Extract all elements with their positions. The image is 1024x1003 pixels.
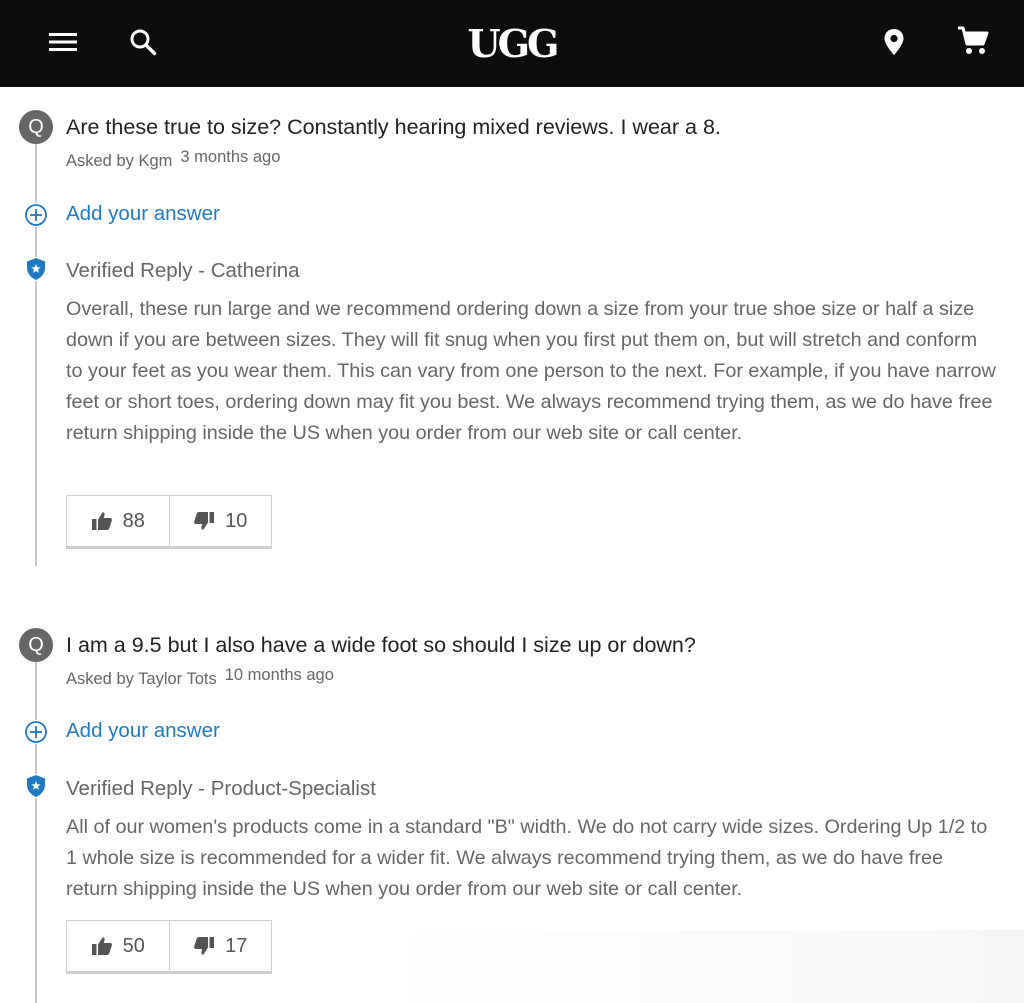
asked-ago: 10 months ago — [224, 666, 334, 684]
thumbs-up-count: 88 — [122, 509, 145, 532]
ugg-logo[interactable]: UGG — [448, 18, 576, 68]
add-answer-link[interactable]: Add your answer — [66, 719, 220, 743]
thumbs-up-icon — [91, 937, 112, 955]
question-text: Are these true to size? Constantly heari… — [66, 115, 721, 139]
verified-shield-icon — [25, 774, 47, 798]
thumbs-down-count: 17 — [225, 934, 248, 957]
thumbs-down-icon — [194, 937, 215, 955]
question-badge: Q — [19, 110, 53, 144]
answer-text: Overall, these run large and we recommen… — [66, 298, 996, 444]
answer-text: All of our women's products come in a st… — [66, 816, 988, 900]
add-answer-link[interactable]: Add your answer — [66, 202, 220, 226]
thumbs-down-count: 10 — [225, 509, 248, 532]
thumbs-up-icon — [91, 512, 112, 530]
verified-reply-label: Verified Reply - Catherina — [66, 259, 300, 282]
thumbs-up-count: 50 — [122, 934, 145, 957]
asked-by: Asked by Taylor Tots 10 months ago — [66, 666, 334, 689]
hamburger-menu-icon[interactable] — [41, 20, 85, 64]
asked-by-name: Asked by Kgm — [66, 152, 173, 170]
site-header: UGG — [0, 0, 1024, 87]
thumbs-up-button[interactable]: 88 — [67, 496, 169, 546]
location-pin-icon[interactable] — [872, 20, 916, 64]
timeline-line — [35, 646, 37, 1003]
asked-by-name: Asked by Taylor Tots — [66, 670, 217, 688]
question-text: I am a 9.5 but I also have a wide foot s… — [66, 633, 696, 657]
thumbs-down-button[interactable]: 17 — [168, 921, 272, 971]
question-badge: Q — [19, 628, 53, 662]
shopping-cart-icon[interactable] — [951, 19, 995, 63]
add-circle-icon[interactable] — [24, 720, 48, 744]
verified-shield-icon — [25, 257, 47, 281]
thumbs-down-icon — [194, 512, 215, 530]
search-icon[interactable] — [121, 20, 165, 64]
verified-reply-label: Verified Reply - Product-Specialist — [66, 777, 376, 800]
add-circle-icon[interactable] — [24, 203, 48, 227]
bottom-fade — [380, 930, 1024, 1003]
thumbs-down-button[interactable]: 10 — [168, 496, 272, 546]
timeline-line — [35, 128, 37, 566]
asked-ago: 3 months ago — [180, 148, 281, 166]
vote-buttons: 50 17 — [66, 920, 272, 974]
asked-by: Asked by Kgm 3 months ago — [66, 148, 280, 171]
vote-buttons: 88 10 — [66, 495, 272, 549]
thumbs-up-button[interactable]: 50 — [67, 921, 169, 971]
